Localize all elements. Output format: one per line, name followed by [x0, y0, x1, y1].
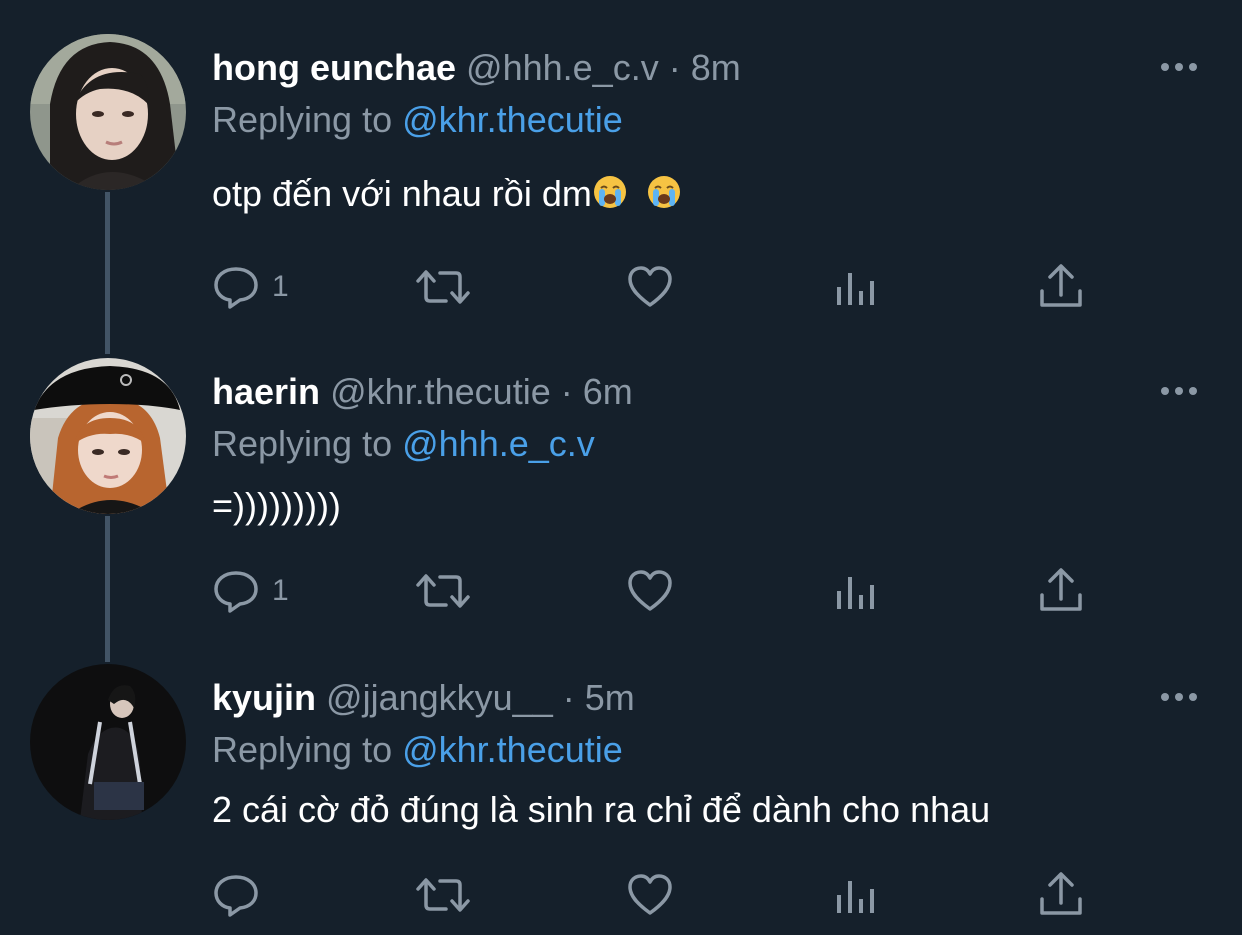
- display-name[interactable]: haerin: [212, 371, 320, 412]
- share-button[interactable]: [1038, 870, 1084, 920]
- replying-to-label: Replying to: [212, 423, 403, 464]
- reply-button[interactable]: 1: [212, 262, 289, 312]
- replying-to: Replying to @khr.thecutie: [212, 98, 623, 142]
- tweet-text-content: otp đến với nhau rồi dm: [212, 173, 592, 214]
- tweet-text: otp đến với nhau rồi dm: [212, 172, 682, 216]
- share-icon: [1040, 264, 1082, 307]
- reply-button[interactable]: 1: [212, 566, 289, 616]
- like-button[interactable]: [626, 870, 674, 920]
- timestamp[interactable]: 5m: [585, 677, 635, 718]
- tweet-actions: 1: [212, 262, 1092, 312]
- reply-icon: [214, 875, 258, 917]
- share-icon: [1040, 872, 1082, 915]
- separator-dot: ·: [562, 677, 575, 718]
- views-icon: [837, 881, 874, 913]
- mention-link[interactable]: @khr.thecutie: [402, 99, 623, 140]
- retweet-icon: [416, 878, 470, 912]
- views-button[interactable]: [834, 262, 878, 312]
- avatar[interactable]: [30, 34, 186, 190]
- tweet-text-content: 2 cái cờ đỏ đúng là sinh ra chỉ để dành …: [212, 789, 991, 830]
- tweet-header: haerin @khr.thecutie · 6m: [212, 370, 633, 414]
- retweet-icon: [416, 270, 470, 304]
- separator-dot: ·: [668, 47, 681, 88]
- user-handle[interactable]: @hhh.e_c.v: [466, 47, 659, 88]
- loudly-crying-face-icon: [647, 176, 680, 208]
- views-icon: [837, 577, 874, 609]
- tweet-actions: [212, 870, 1092, 920]
- heart-icon: [628, 266, 672, 307]
- mention-link[interactable]: @hhh.e_c.v: [402, 423, 595, 464]
- tweet-actions: 1: [212, 566, 1092, 616]
- tweet[interactable]: hong eunchae @hhh.e_c.v · 8m Replying to…: [0, 34, 1242, 340]
- timestamp[interactable]: 8m: [691, 47, 741, 88]
- like-button[interactable]: [626, 262, 674, 312]
- mention-link[interactable]: @khr.thecutie: [402, 729, 623, 770]
- display-name[interactable]: kyujin: [212, 677, 316, 718]
- retweet-button[interactable]: [416, 566, 470, 616]
- replying-to: Replying to @khr.thecutie: [212, 728, 623, 772]
- views-icon: [837, 273, 874, 305]
- tweet-text: 2 cái cờ đỏ đúng là sinh ra chỉ để dành …: [212, 788, 990, 832]
- reply-thread: hong eunchae @hhh.e_c.v · 8m Replying to…: [0, 0, 1242, 935]
- retweet-button[interactable]: [416, 870, 470, 920]
- more-icon[interactable]: [1158, 384, 1200, 398]
- views-button[interactable]: [834, 566, 878, 616]
- reply-count: 1: [272, 270, 289, 303]
- replying-to: Replying to @hhh.e_c.v: [212, 422, 595, 466]
- separator-dot: ·: [560, 371, 573, 412]
- loudly-crying-face-icon: [593, 176, 626, 208]
- like-button[interactable]: [626, 566, 674, 616]
- reply-count: 1: [272, 574, 289, 607]
- tweet[interactable]: kyujin @jjangkkyu__ · 5m Replying to @kh…: [0, 664, 1242, 935]
- heart-icon: [628, 874, 672, 915]
- user-handle[interactable]: @jjangkkyu__: [326, 677, 553, 718]
- display-name[interactable]: hong eunchae: [212, 47, 456, 88]
- user-handle[interactable]: @khr.thecutie: [330, 371, 551, 412]
- more-icon[interactable]: [1158, 690, 1200, 704]
- tweet-header: hong eunchae @hhh.e_c.v · 8m: [212, 46, 741, 90]
- share-button[interactable]: [1038, 262, 1084, 312]
- views-button[interactable]: [834, 870, 878, 920]
- share-icon: [1040, 568, 1082, 611]
- tweet-header: kyujin @jjangkkyu__ · 5m: [212, 676, 635, 720]
- retweet-icon: [416, 574, 470, 608]
- avatar[interactable]: [30, 664, 186, 820]
- avatar[interactable]: [30, 358, 186, 514]
- share-button[interactable]: [1038, 566, 1084, 616]
- reply-icon: [214, 267, 258, 309]
- replying-to-label: Replying to: [212, 729, 403, 770]
- more-icon[interactable]: [1158, 60, 1200, 74]
- reply-icon: [214, 571, 258, 613]
- replying-to-label: Replying to: [212, 99, 403, 140]
- retweet-button[interactable]: [416, 262, 470, 312]
- tweet[interactable]: haerin @khr.thecutie · 6m Replying to @h…: [0, 358, 1242, 664]
- timestamp[interactable]: 6m: [583, 371, 633, 412]
- tweet-text-content: =))))))))): [212, 485, 341, 526]
- heart-icon: [628, 570, 672, 611]
- tweet-text: =))))))))): [212, 484, 341, 528]
- reply-button[interactable]: [212, 870, 272, 920]
